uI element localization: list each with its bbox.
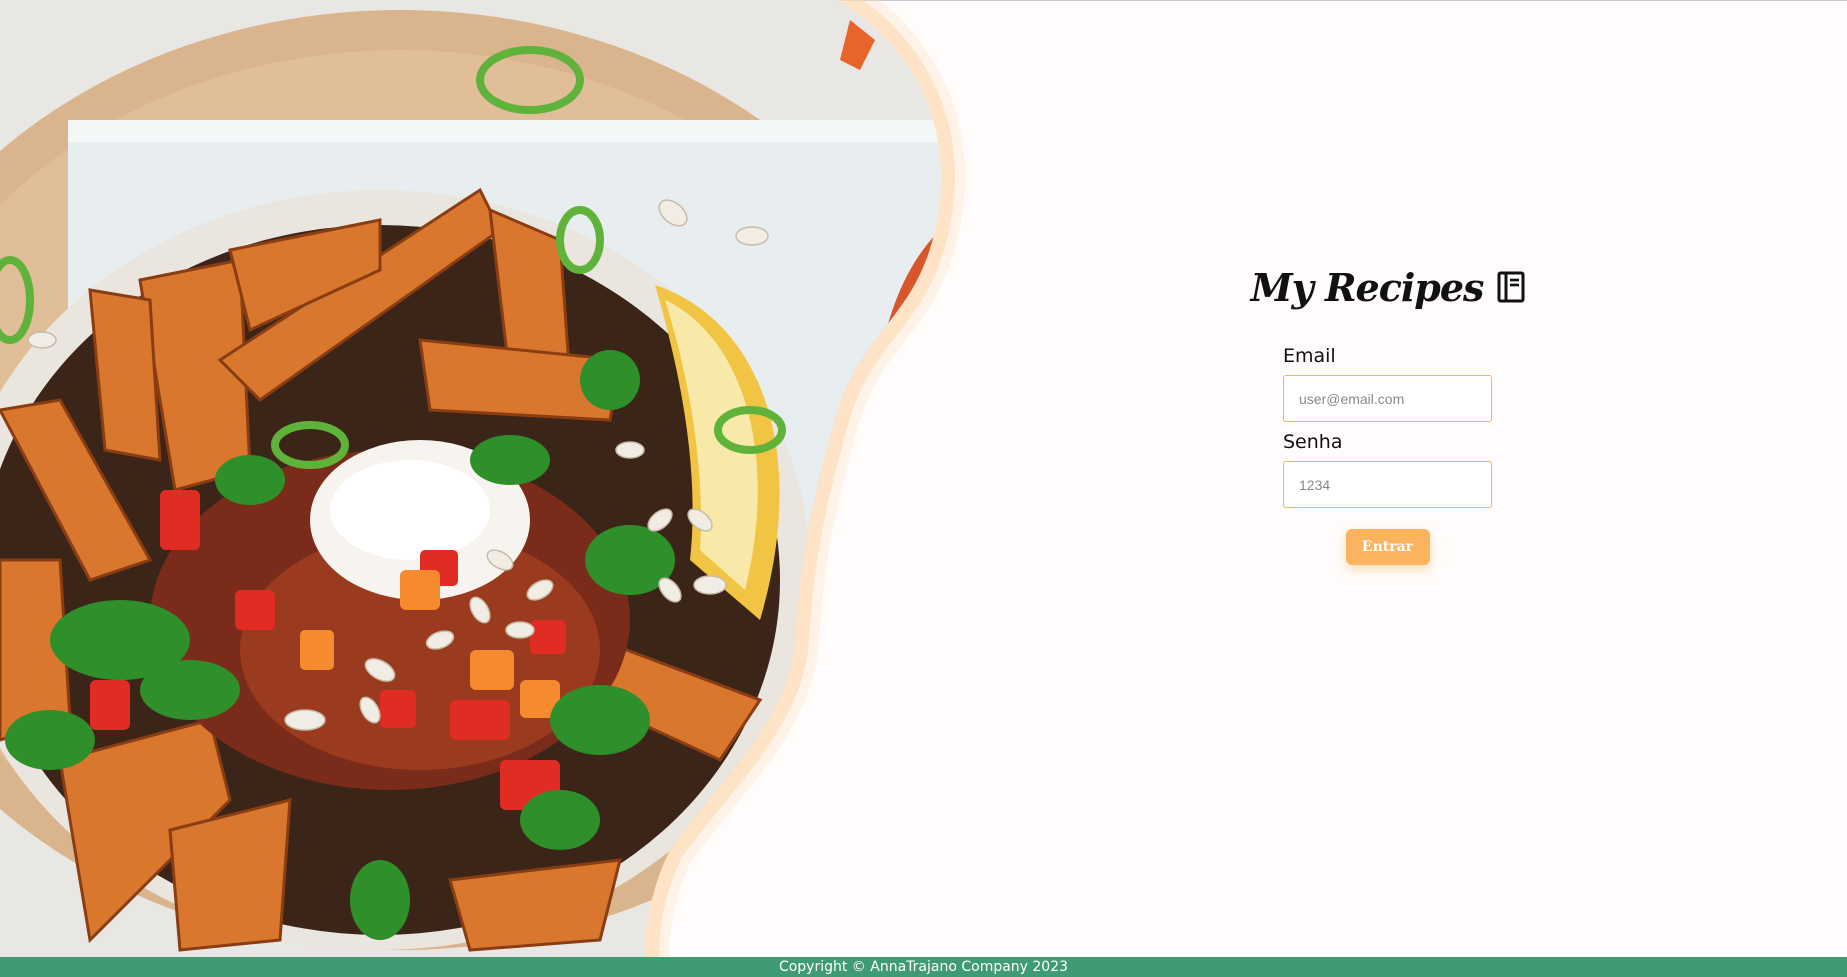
- email-input[interactable]: [1283, 375, 1492, 422]
- footer-copyright: Copyright © AnnaTrajano Company 2023: [0, 957, 1847, 977]
- submit-row: Entrar: [1283, 529, 1492, 565]
- password-input[interactable]: [1283, 461, 1492, 508]
- brand-header: My Recipes: [1251, 262, 1525, 312]
- submit-button[interactable]: Entrar: [1345, 529, 1430, 565]
- email-label: Email: [1283, 345, 1336, 367]
- login-form: My Recipes Email Senha Entrar: [1251, 262, 1525, 565]
- notebook-icon: [1497, 271, 1525, 303]
- password-label: Senha: [1283, 431, 1343, 453]
- hero-food-image: [0, 0, 980, 957]
- app-title: My Recipes: [1250, 264, 1485, 310]
